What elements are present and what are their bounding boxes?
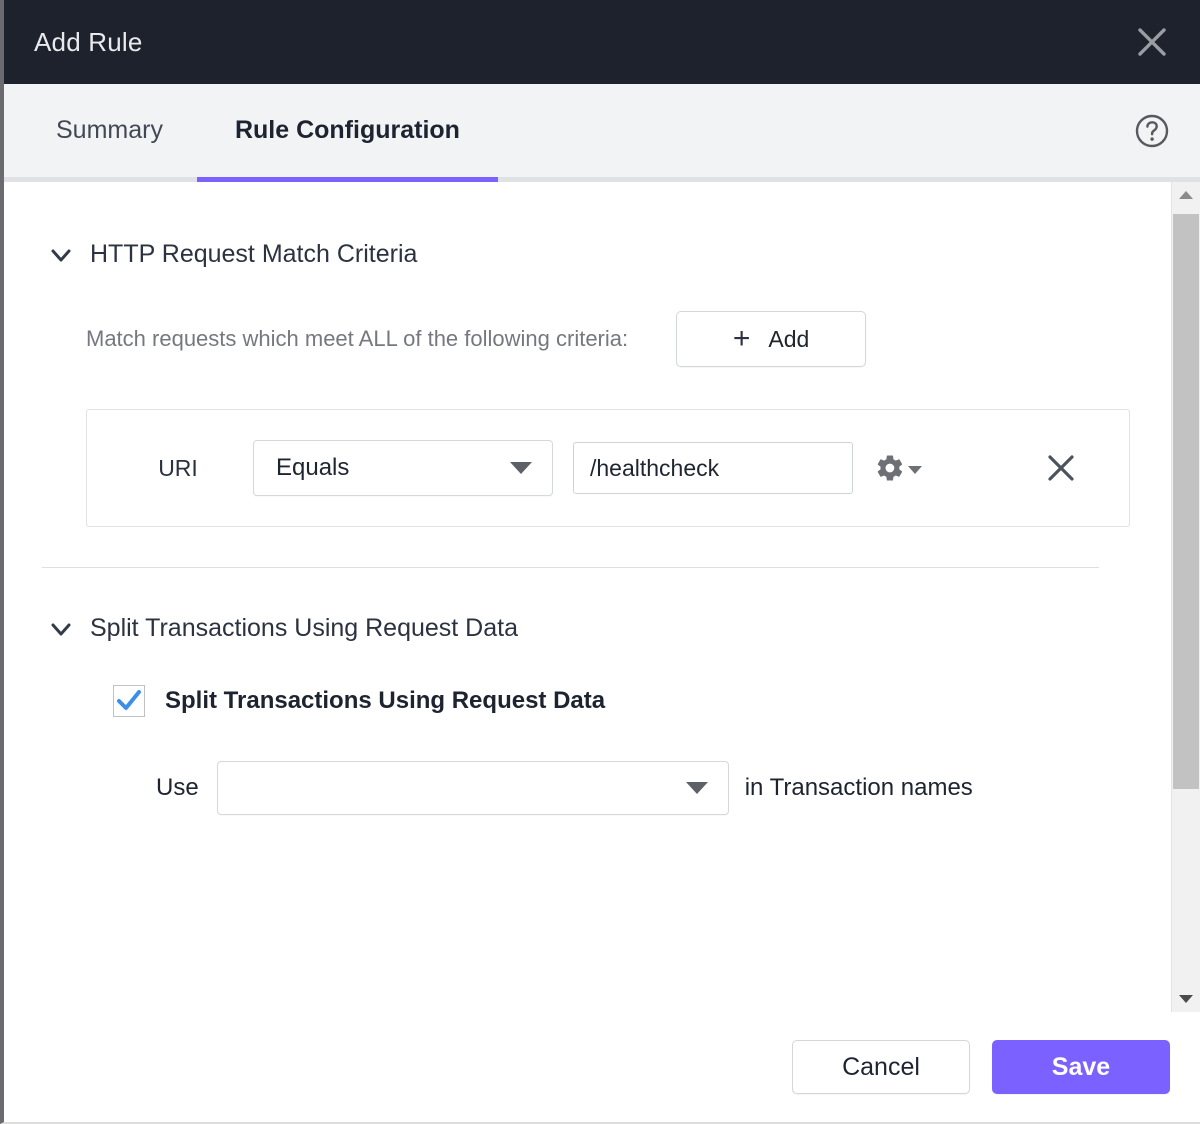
split-transactions-checkbox[interactable] — [113, 685, 145, 717]
split-transactions-checkbox-label: Split Transactions Using Request Data — [165, 687, 606, 714]
tab-bar: Summary Rule Configuration — [4, 84, 1200, 182]
add-criteria-label: Add — [768, 325, 810, 352]
caret-down-icon — [510, 462, 532, 474]
caret-down-icon — [908, 465, 922, 474]
gear-icon — [877, 455, 903, 481]
split-transactions-checkbox-row: Split Transactions Using Request Data — [4, 685, 1171, 717]
vertical-scrollbar[interactable] — [1171, 182, 1200, 1012]
help-button[interactable] — [1132, 111, 1172, 151]
close-icon — [1048, 455, 1074, 481]
section-header-match-criteria[interactable]: HTTP Request Match Criteria — [4, 240, 1171, 269]
dialog-title: Add Rule — [34, 26, 143, 57]
cancel-button[interactable]: Cancel — [792, 1040, 970, 1094]
scrollbar-track[interactable] — [1172, 208, 1200, 986]
use-label: Use — [156, 774, 199, 801]
chevron-down-icon — [48, 616, 74, 642]
save-button[interactable]: Save — [992, 1040, 1170, 1094]
use-suffix-label: in Transaction names — [744, 774, 973, 801]
tab-rule-configuration[interactable]: Rule Configuration — [196, 84, 498, 182]
criteria-field-label: URI — [158, 454, 198, 481]
scrollbar-thumb[interactable] — [1173, 214, 1199, 789]
close-icon — [1138, 28, 1166, 56]
criteria-settings-button[interactable] — [875, 453, 922, 483]
help-circle-icon — [1135, 114, 1169, 147]
tab-summary[interactable]: Summary — [56, 84, 197, 177]
match-criteria-description: Match requests which meet ALL of the fol… — [86, 326, 629, 351]
caret-down-icon — [685, 782, 708, 794]
scroll-content: HTTP Request Match Criteria Match reques… — [4, 182, 1171, 1012]
add-rule-dialog: Add Rule Summary Rule Configuration HTTP… — [0, 0, 1200, 1124]
chevron-down-icon — [48, 242, 74, 268]
transaction-name-row: Use in Transaction names — [4, 761, 1171, 815]
check-icon — [117, 690, 141, 710]
add-criteria-button[interactable]: + Add — [676, 311, 867, 367]
scrollbar-down-button[interactable] — [1172, 986, 1200, 1012]
arrow-up-icon — [1179, 191, 1193, 199]
arrow-down-icon — [1179, 995, 1193, 1003]
plus-icon: + — [732, 322, 751, 355]
criteria-remove-button[interactable] — [1041, 448, 1081, 488]
tab-list: Summary Rule Configuration — [56, 84, 1132, 182]
save-button-label: Save — [1051, 1052, 1111, 1081]
dialog-footer: Cancel Save — [4, 1012, 1200, 1122]
section-title-split-transactions: Split Transactions Using Request Data — [90, 614, 518, 642]
tab-summary-label: Summary — [56, 116, 163, 144]
section-http-request-match-criteria: HTTP Request Match Criteria Match reques… — [4, 182, 1171, 527]
section-header-split-transactions[interactable]: Split Transactions Using Request Data — [4, 614, 1171, 643]
dialog-body: HTTP Request Match Criteria Match reques… — [4, 182, 1200, 1012]
criteria-operator-value: Equals — [276, 454, 350, 481]
dialog-titlebar: Add Rule — [4, 0, 1200, 84]
dialog-close-button[interactable] — [1130, 20, 1174, 64]
section-split-transactions: Split Transactions Using Request Data Sp… — [4, 568, 1171, 815]
cancel-button-label: Cancel — [842, 1052, 920, 1081]
criteria-row: URI Equals — [86, 409, 1130, 527]
transaction-attribute-select[interactable] — [216, 761, 729, 815]
section-title-match-criteria: HTTP Request Match Criteria — [90, 240, 418, 268]
criteria-operator-select[interactable]: Equals — [253, 440, 553, 496]
criteria-value-input[interactable] — [573, 442, 853, 494]
match-criteria-description-row: Match requests which meet ALL of the fol… — [4, 311, 1171, 367]
scrollbar-up-button[interactable] — [1172, 182, 1200, 208]
tab-rule-configuration-label: Rule Configuration — [234, 116, 460, 144]
